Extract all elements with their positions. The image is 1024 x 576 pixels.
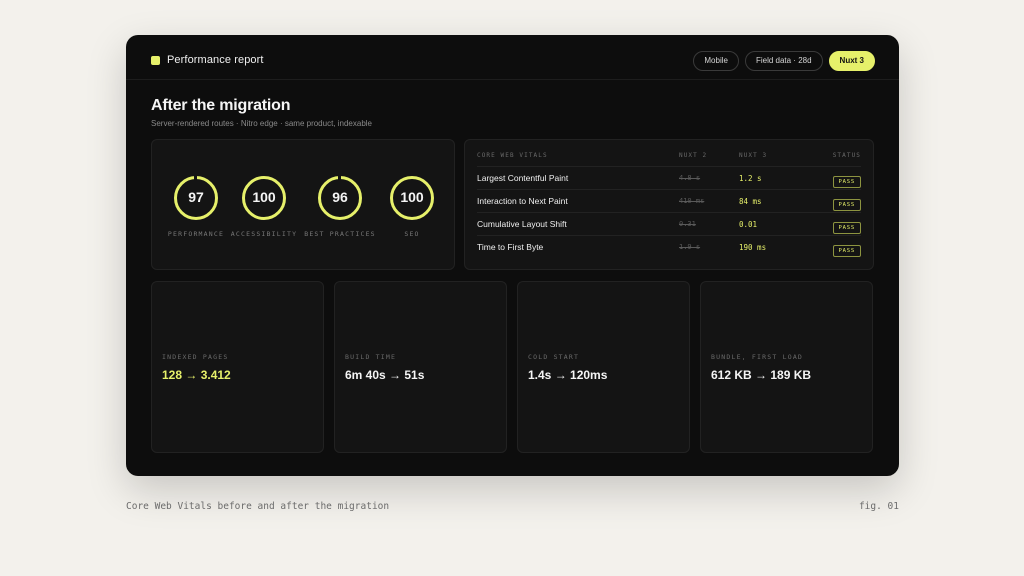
old-value: 0.31 (679, 220, 696, 228)
stat-card-bundle: BUNDLE, FIRST LOAD 612 KB → 189 KB (700, 281, 873, 453)
metric-name: Largest Contentful Paint (477, 173, 569, 183)
old-value: 1.9 s (679, 243, 701, 251)
score-gauge-icon: 96 (318, 176, 362, 220)
page-title: After the migration (151, 97, 291, 114)
score-value: 96 (332, 189, 348, 205)
new-value: 84 ms (739, 197, 762, 206)
column-header-new: NUXT 3 (739, 152, 768, 159)
score-seo: 100 SEO (372, 176, 452, 238)
score-label: ACCESSIBILITY (230, 230, 298, 238)
metric-name: Interaction to Next Paint (477, 196, 568, 206)
metric-name: Cumulative Layout Shift (477, 219, 567, 229)
figure-caption: Core Web Vitals before and after the mig… (126, 501, 390, 512)
status-badge: PASS (832, 245, 861, 257)
top-bar: Performance report Mobile Field data · 2… (126, 35, 899, 80)
stat-value: 128 → 3.412 (162, 368, 231, 382)
table-header: CORE WEB VITALS NUXT 2 NUXT 3 STATUS (477, 144, 861, 167)
report-window: Performance report Mobile Field data · 2… (126, 35, 899, 476)
new-value: 190 ms (739, 243, 767, 252)
column-header-metric: CORE WEB VITALS (477, 152, 548, 159)
score-label: SEO (404, 230, 420, 238)
score-gauge-icon: 100 (242, 176, 286, 220)
stat-label: COLD START (528, 353, 580, 361)
framework-pill-nuxt3[interactable]: Nuxt 3 (828, 51, 875, 71)
stat-label: INDEXED PAGES (162, 353, 229, 361)
filter-pills: Mobile Field data · 28d Nuxt 3 (693, 51, 875, 71)
metric-name: Time to First Byte (477, 242, 544, 252)
data-source-pill[interactable]: Field data · 28d (744, 51, 823, 71)
score-label: BEST PRACTICES (304, 230, 376, 238)
score-value: 97 (188, 189, 204, 205)
new-value: 1.2 s (739, 174, 762, 183)
app-title: Performance report (167, 54, 264, 66)
table-row: Cumulative Layout Shift 0.31 0.01 PASS (477, 213, 861, 236)
score-accessibility: 100 ACCESSIBILITY (224, 176, 304, 238)
stat-value: 6m 40s → 51s (345, 368, 425, 382)
score-value: 100 (252, 189, 276, 205)
old-value: 4.8 s (679, 174, 701, 182)
stat-label: BUNDLE, FIRST LOAD (711, 353, 804, 361)
status-badge: PASS (832, 199, 861, 211)
figure-label: fig. 01 (858, 501, 899, 512)
stat-card-build-time: BUILD TIME 6m 40s → 51s (334, 281, 507, 453)
new-value: 0.01 (739, 220, 758, 229)
lighthouse-scores-panel: 97 PERFORMANCE 100 ACCESSIBILITY 96 BEST… (151, 139, 455, 270)
core-web-vitals-table: CORE WEB VITALS NUXT 2 NUXT 3 STATUS Lar… (464, 139, 874, 270)
status-badge: PASS (832, 222, 861, 234)
old-value: 410 ms (679, 197, 705, 205)
score-gauge-icon: 97 (174, 176, 218, 220)
table-row: Interaction to Next Paint 410 ms 84 ms P… (477, 190, 861, 213)
score-gauge-icon: 100 (390, 176, 434, 220)
table-row: Time to First Byte 1.9 s 190 ms PASS (477, 236, 861, 259)
score-value: 100 (400, 189, 424, 205)
stat-value: 1.4s → 120ms (528, 368, 608, 382)
column-header-old: NUXT 2 (679, 152, 708, 159)
stat-label: BUILD TIME (345, 353, 397, 361)
brand-logo-icon (151, 56, 160, 65)
column-header-status: STATUS (832, 152, 861, 159)
stat-card-cold-start: COLD START 1.4s → 120ms (517, 281, 690, 453)
stat-value: 612 KB → 189 KB (711, 368, 812, 382)
page-subtitle: Server-rendered routes · Nitro edge · sa… (151, 119, 372, 128)
table-row: Largest Contentful Paint 4.8 s 1.2 s PAS… (477, 167, 861, 190)
status-badge: PASS (832, 176, 861, 188)
device-pill-mobile[interactable]: Mobile (693, 51, 739, 71)
stat-card-indexed-pages: INDEXED PAGES 128 → 3.412 (151, 281, 324, 453)
score-best-practices: 96 BEST PRACTICES (300, 176, 380, 238)
